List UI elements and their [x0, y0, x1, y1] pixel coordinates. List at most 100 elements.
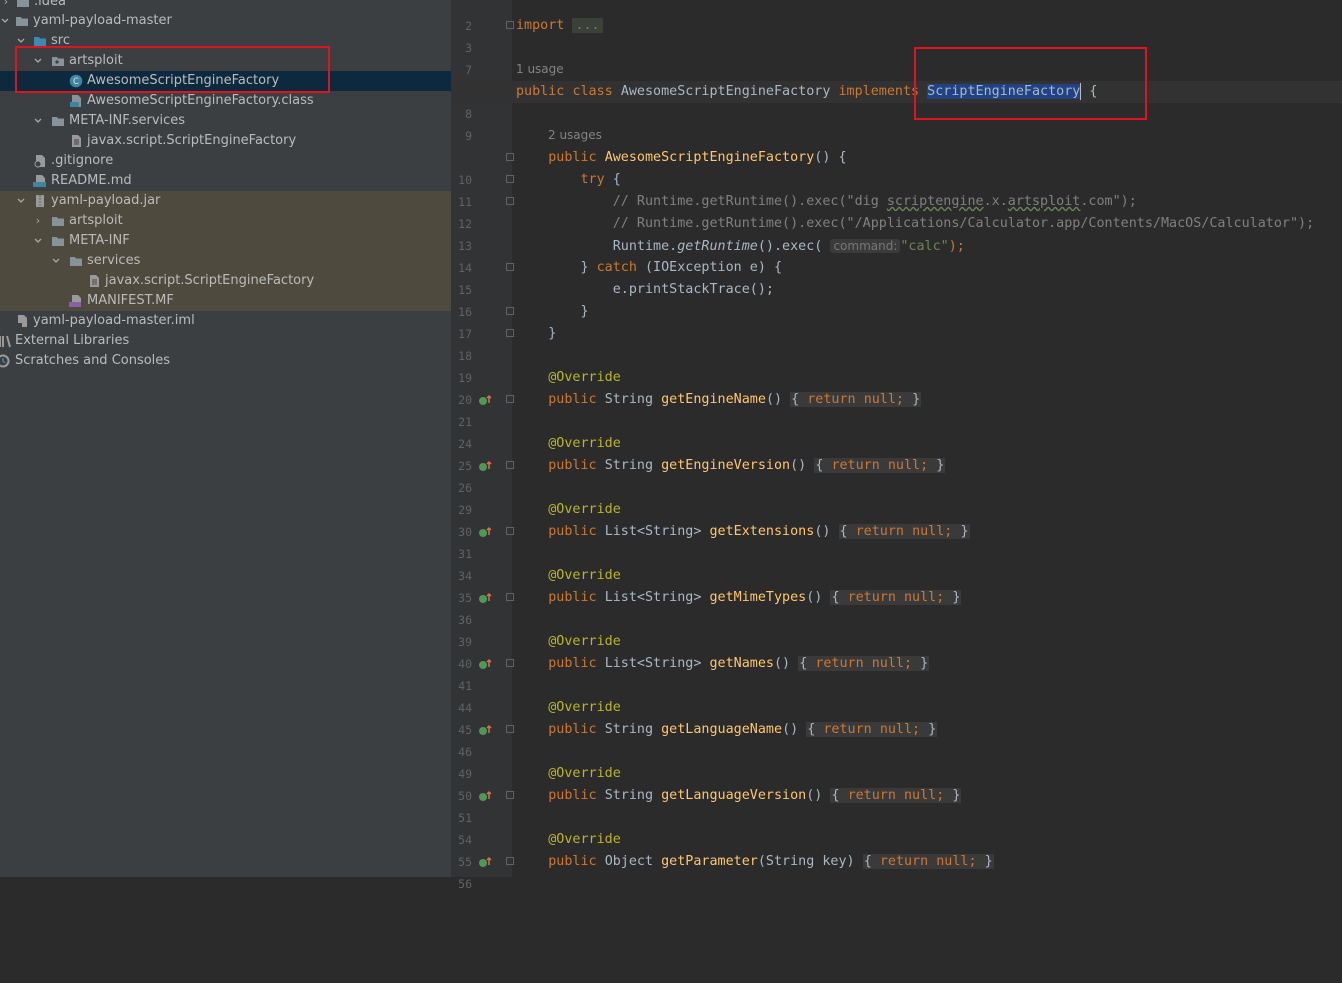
- fold-plus-icon[interactable]: [506, 791, 514, 799]
- code-line[interactable]: 46 public String getLanguageName() { ret…: [452, 719, 1342, 759]
- chevron-right-icon[interactable]: ›: [33, 211, 43, 231]
- folded-body[interactable]: { return null; }: [830, 788, 962, 803]
- code-line[interactable]: 40 @Override: [452, 631, 1342, 671]
- folded-body[interactable]: { return null; }: [838, 524, 970, 539]
- code-line[interactable]: 50 @Override: [452, 763, 1342, 803]
- code-line[interactable]: 39: [452, 609, 1342, 649]
- code-line[interactable]: 49: [452, 741, 1342, 781]
- fold-icon[interactable]: [506, 263, 514, 271]
- fold-plus-icon[interactable]: [506, 725, 514, 733]
- folded-body[interactable]: { return null; }: [862, 854, 994, 869]
- tree-item-jar-service-file[interactable]: javax.script.ScriptEngineFactory: [0, 271, 451, 291]
- code-line[interactable]: 7: [452, 37, 1342, 77]
- code-line[interactable]: 3 import ...: [452, 15, 1342, 55]
- code-line[interactable]: 30 @Override: [452, 499, 1342, 539]
- code-line-current[interactable]: 8 public class AwesomeScriptEngineFactor…: [452, 81, 1342, 121]
- code-line[interactable]: 16 e.printStackTrace();: [452, 279, 1342, 319]
- fold-icon[interactable]: [506, 329, 514, 337]
- code-line[interactable]: 10 public AwesomeScriptEngineFactory() {: [452, 147, 1342, 187]
- fold-icon[interactable]: [506, 153, 514, 161]
- implements-method-icon[interactable]: [478, 657, 492, 671]
- code-line[interactable]: 36 public List<String> getMimeTypes() { …: [452, 587, 1342, 627]
- implements-method-icon[interactable]: [478, 459, 492, 473]
- tree-item-gitignore[interactable]: .gitignore: [0, 151, 451, 171]
- folded-body[interactable]: { return null; }: [806, 722, 938, 737]
- tree-item-jar-meta-inf[interactable]: META-INF: [0, 231, 451, 251]
- folded-body[interactable]: { return null; }: [798, 656, 930, 671]
- chevron-down-icon[interactable]: [16, 36, 26, 46]
- tree-item-jar-services[interactable]: services: [0, 251, 451, 271]
- implements-method-icon[interactable]: [478, 855, 492, 869]
- code-line[interactable]: 31 public List<String> getExtensions() {…: [452, 521, 1342, 561]
- code-line[interactable]: 9: [452, 103, 1342, 143]
- folded-imports[interactable]: ...: [572, 18, 603, 33]
- tree-item-readme[interactable]: README.md: [0, 171, 451, 191]
- tree-item-manifest[interactable]: MANIFEST.MF: [0, 291, 451, 311]
- chevron-down-icon[interactable]: [33, 236, 43, 246]
- fold-plus-icon[interactable]: [506, 461, 514, 469]
- code-line[interactable]: 24: [452, 411, 1342, 451]
- code-line[interactable]: 12 // Runtime.getRuntime().exec("dig scr…: [452, 191, 1342, 231]
- code-line[interactable]: 55 @Override: [452, 829, 1342, 869]
- token-method-name: getLanguageVersion: [661, 788, 807, 803]
- code-line[interactable]: 35 @Override: [452, 565, 1342, 605]
- usages-hint[interactable]: 1 usage: [516, 62, 564, 76]
- code-line[interactable]: 54: [452, 807, 1342, 847]
- folded-body[interactable]: { return null; }: [830, 590, 962, 605]
- code-line[interactable]: 20 @Override: [452, 367, 1342, 407]
- code-line[interactable]: 13 // Runtime.getRuntime().exec("/Applic…: [452, 213, 1342, 253]
- tree-item-service-file[interactable]: javax.script.ScriptEngineFactory: [0, 131, 451, 151]
- implements-method-icon[interactable]: [478, 789, 492, 803]
- code-editor[interactable]: 2 3 import ... 7 1 usage 8 public class …: [452, 0, 1342, 891]
- tree-item-meta-inf-services[interactable]: META-INF.services: [0, 111, 451, 131]
- tree-item-scratches[interactable]: Scratches and Consoles: [0, 351, 451, 371]
- code-line[interactable]: 51 public String getLanguageVersion() { …: [452, 785, 1342, 825]
- token-keyword: implements: [838, 84, 920, 99]
- code-line[interactable]: 29: [452, 477, 1342, 517]
- code-text: public String getEngineVersion() { retur…: [516, 455, 946, 477]
- code-line[interactable]: 19: [452, 345, 1342, 385]
- code-line[interactable]: 45 @Override: [452, 697, 1342, 737]
- code-line[interactable]: 21 public String getEngineName() { retur…: [452, 389, 1342, 429]
- tree-item-jar-artsploit[interactable]: › artsploit: [0, 211, 451, 231]
- fold-plus-icon[interactable]: [506, 527, 514, 535]
- implements-method-icon[interactable]: [478, 393, 492, 407]
- code-line[interactable]: 34: [452, 543, 1342, 583]
- tree-item-label: artsploit: [69, 213, 123, 228]
- tree-item-iml[interactable]: yaml-payload-master.iml: [0, 311, 451, 331]
- fold-icon[interactable]: [506, 175, 514, 183]
- code-line[interactable]: 11 try {: [452, 169, 1342, 209]
- code-text: public List<String> getMimeTypes() { ret…: [516, 587, 962, 609]
- fold-icon[interactable]: [506, 197, 514, 205]
- fold-plus-icon[interactable]: [506, 21, 514, 29]
- tree-item-external-libraries[interactable]: External Libraries: [0, 331, 451, 351]
- implements-method-icon[interactable]: [478, 525, 492, 539]
- code-line[interactable]: 25 @Override: [452, 433, 1342, 473]
- fold-plus-icon[interactable]: [506, 395, 514, 403]
- code-line[interactable]: 56 public Object getParameter(String key…: [452, 851, 1342, 891]
- implements-method-icon[interactable]: [478, 723, 492, 737]
- fold-plus-icon[interactable]: [506, 593, 514, 601]
- code-line[interactable]: 15 } catch (IOException e) {: [452, 257, 1342, 297]
- chevron-down-icon[interactable]: [33, 116, 43, 126]
- code-line[interactable]: 18 }: [452, 323, 1342, 363]
- code-line[interactable]: 41 public List<String> getNames() { retu…: [452, 653, 1342, 693]
- tree-item-yaml-payload-master[interactable]: yaml-payload-master: [0, 11, 451, 31]
- folded-body[interactable]: { return null; }: [790, 392, 922, 407]
- chevron-down-icon[interactable]: [0, 16, 10, 26]
- code-line[interactable]: 44: [452, 675, 1342, 715]
- fold-plus-icon[interactable]: [506, 659, 514, 667]
- code-line[interactable]: 26 public String getEngineVersion() { re…: [452, 455, 1342, 495]
- code-line[interactable]: 14 Runtime.getRuntime().exec( command: "c…: [452, 235, 1342, 275]
- tree-item-awesome-class-file[interactable]: AwesomeScriptEngineFactory.class: [0, 91, 451, 111]
- fold-icon[interactable]: [506, 307, 514, 315]
- folded-body[interactable]: { return null; }: [814, 458, 946, 473]
- implements-method-icon[interactable]: [478, 591, 492, 605]
- chevron-down-icon[interactable]: [51, 256, 61, 266]
- code-line[interactable]: 2: [452, 0, 1342, 33]
- usages-hint[interactable]: 2 usages: [548, 128, 602, 142]
- code-line[interactable]: 17 }: [452, 301, 1342, 341]
- fold-plus-icon[interactable]: [506, 857, 514, 865]
- tree-item-yaml-payload-jar[interactable]: yaml-payload.jar: [0, 191, 451, 211]
- chevron-down-icon[interactable]: [16, 196, 26, 206]
